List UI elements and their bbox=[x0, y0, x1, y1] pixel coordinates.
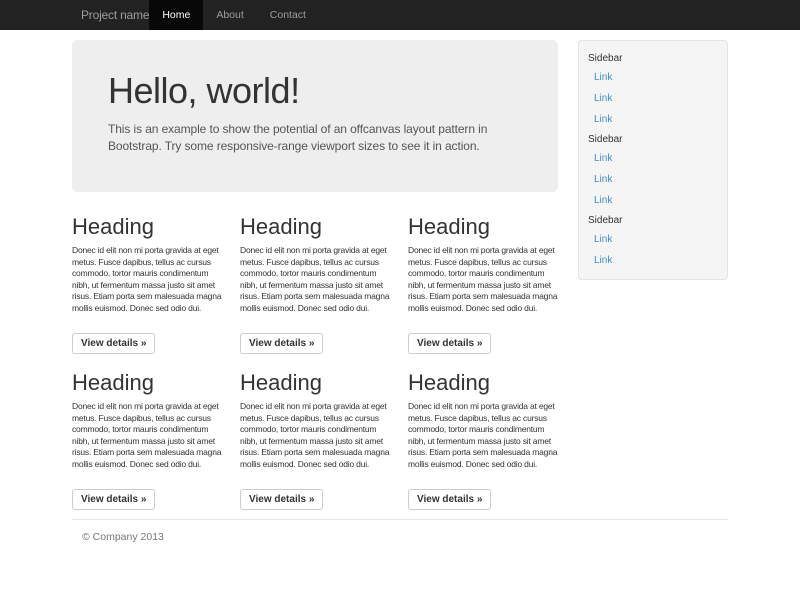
content-card: Heading Donec id elit non mi porta gravi… bbox=[72, 371, 240, 510]
view-details-button[interactable]: View details » bbox=[240, 333, 323, 354]
sidebar-well: Sidebar Link Link Link Sidebar Link Link… bbox=[578, 40, 728, 280]
content-card: Heading Donec id elit non mi porta gravi… bbox=[408, 215, 576, 354]
sidebar-link[interactable]: Link bbox=[588, 109, 717, 130]
card-body-text: Donec id elit non mi porta gravida at eg… bbox=[240, 245, 394, 326]
view-details-button[interactable]: View details » bbox=[408, 333, 491, 354]
view-details-button[interactable]: View details » bbox=[72, 489, 155, 510]
sidebar-group: Sidebar Link Link Link bbox=[588, 49, 717, 130]
card-body-text: Donec id elit non mi porta gravida at eg… bbox=[408, 401, 562, 482]
sidebar-link[interactable]: Link bbox=[588, 190, 717, 211]
card-heading: Heading bbox=[72, 215, 226, 239]
card-heading: Heading bbox=[408, 215, 562, 239]
sidebar-group-label: Sidebar bbox=[588, 211, 717, 229]
cards-grid: Heading Donec id elit non mi porta gravi… bbox=[72, 215, 576, 510]
sidebar-link[interactable]: Link bbox=[588, 250, 717, 271]
card-body-text: Donec id elit non mi porta gravida at eg… bbox=[72, 245, 226, 326]
view-details-button[interactable]: View details » bbox=[72, 333, 155, 354]
copyright-text: © Company 2013 bbox=[82, 531, 728, 543]
sidebar-link[interactable]: Link bbox=[588, 229, 717, 250]
nav-item-home[interactable]: Home bbox=[149, 0, 203, 30]
card-heading: Heading bbox=[240, 371, 394, 395]
card-heading: Heading bbox=[408, 371, 562, 395]
view-details-button[interactable]: View details » bbox=[240, 489, 323, 510]
nav-item-contact[interactable]: Contact bbox=[257, 0, 319, 30]
content-card: Heading Donec id elit non mi porta gravi… bbox=[408, 371, 576, 510]
sidebar-group-label: Sidebar bbox=[588, 49, 717, 67]
main-row: Hello, world! This is an example to show… bbox=[72, 40, 728, 510]
page-footer: © Company 2013 bbox=[72, 531, 728, 543]
card-heading: Heading bbox=[240, 215, 394, 239]
card-body-text: Donec id elit non mi porta gravida at eg… bbox=[72, 401, 226, 482]
top-navbar: Project name Home About Contact bbox=[0, 0, 800, 30]
content-card: Heading Donec id elit non mi porta gravi… bbox=[240, 215, 408, 354]
nav-item-about[interactable]: About bbox=[203, 0, 256, 30]
sidebar-group-label: Sidebar bbox=[588, 130, 717, 148]
navbar-brand[interactable]: Project name bbox=[81, 0, 149, 30]
card-body-text: Donec id elit non mi porta gravida at eg… bbox=[408, 245, 562, 326]
page-title: Hello, world! bbox=[108, 71, 528, 111]
jumbotron-description: This is an example to show the potential… bbox=[108, 121, 528, 155]
sidebar-link[interactable]: Link bbox=[588, 88, 717, 109]
jumbotron: Hello, world! This is an example to show… bbox=[72, 40, 558, 192]
sidebar-link[interactable]: Link bbox=[588, 169, 717, 190]
navbar-container: Project name Home About Contact bbox=[72, 0, 728, 30]
view-details-button[interactable]: View details » bbox=[408, 489, 491, 510]
card-heading: Heading bbox=[72, 371, 226, 395]
footer-divider bbox=[72, 519, 728, 520]
main-content-column: Hello, world! This is an example to show… bbox=[72, 40, 576, 510]
sidebar-group: Sidebar Link Link bbox=[588, 211, 717, 271]
sidebar-link[interactable]: Link bbox=[588, 67, 717, 88]
card-body-text: Donec id elit non mi porta gravida at eg… bbox=[240, 401, 394, 482]
sidebar-link[interactable]: Link bbox=[588, 148, 717, 169]
sidebar-group: Sidebar Link Link Link bbox=[588, 130, 717, 211]
page-container: Hello, world! This is an example to show… bbox=[72, 40, 728, 543]
content-card: Heading Donec id elit non mi porta gravi… bbox=[72, 215, 240, 354]
content-card: Heading Donec id elit non mi porta gravi… bbox=[240, 371, 408, 510]
